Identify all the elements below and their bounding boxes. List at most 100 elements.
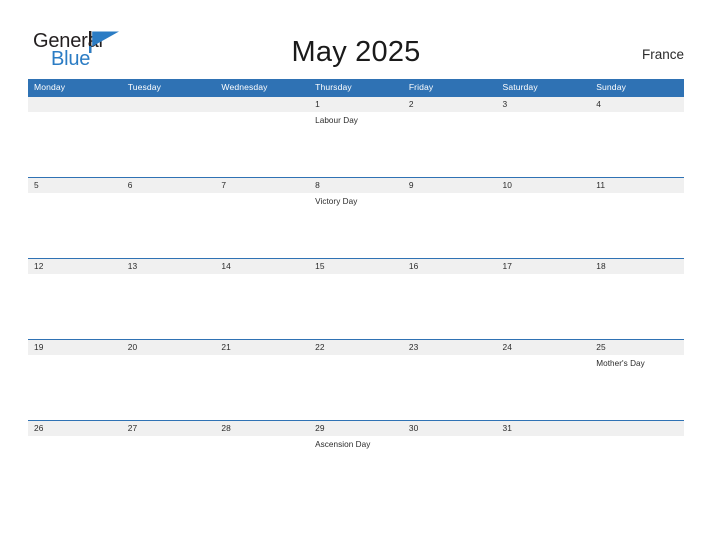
day-cell[interactable]: 12 bbox=[28, 259, 122, 274]
day-number: 11 bbox=[596, 180, 606, 190]
event-cell[interactable] bbox=[309, 274, 403, 338]
event-cell[interactable] bbox=[122, 436, 216, 500]
day-number: 22 bbox=[315, 342, 325, 352]
event-cell[interactable] bbox=[122, 355, 216, 419]
day-cell[interactable]: 15 bbox=[309, 259, 403, 274]
day-cell[interactable]: 14 bbox=[215, 259, 309, 274]
day-number: 26 bbox=[34, 423, 44, 433]
week-date-band: 1 2 3 4 bbox=[28, 97, 684, 112]
day-cell[interactable]: 21 bbox=[215, 340, 309, 355]
day-cell[interactable]: 25 bbox=[590, 340, 684, 355]
event-cell[interactable] bbox=[28, 436, 122, 500]
day-cell[interactable]: 3 bbox=[497, 97, 591, 112]
event-cell[interactable]: Ascension Day bbox=[309, 436, 403, 500]
event-cell[interactable] bbox=[403, 274, 497, 338]
week-event-layer bbox=[28, 274, 684, 338]
event-cell[interactable] bbox=[497, 436, 591, 500]
day-cell[interactable]: 6 bbox=[122, 178, 216, 193]
event-cell[interactable] bbox=[590, 274, 684, 338]
week-date-band: 5 6 7 8 9 10 11 bbox=[28, 178, 684, 193]
day-number: 5 bbox=[34, 180, 39, 190]
event-cell[interactable] bbox=[403, 112, 497, 176]
event-cell[interactable] bbox=[28, 355, 122, 419]
day-cell[interactable]: 9 bbox=[403, 178, 497, 193]
week-row: 26 27 28 29 30 31 Ascension Day bbox=[28, 420, 684, 501]
day-cell[interactable]: 16 bbox=[403, 259, 497, 274]
event-cell[interactable] bbox=[122, 112, 216, 176]
day-cell[interactable]: 30 bbox=[403, 421, 497, 436]
event-cell[interactable] bbox=[403, 436, 497, 500]
event-label: Labour Day bbox=[315, 116, 358, 125]
event-cell[interactable] bbox=[403, 193, 497, 257]
day-number: 28 bbox=[221, 423, 231, 433]
day-number: 21 bbox=[221, 342, 231, 352]
week-row: 5 6 7 8 9 10 11 Victory Day bbox=[28, 177, 684, 258]
day-cell[interactable]: 27 bbox=[122, 421, 216, 436]
week-event-layer: Mother's Day bbox=[28, 355, 684, 419]
day-number: 31 bbox=[502, 423, 513, 433]
weekday-wednesday: Wednesday bbox=[221, 82, 268, 92]
day-number: 2 bbox=[408, 99, 414, 109]
event-cell[interactable] bbox=[122, 193, 216, 257]
day-cell[interactable]: 13 bbox=[122, 259, 216, 274]
day-cell[interactable]: 5 bbox=[28, 178, 122, 193]
country-label: France bbox=[641, 47, 684, 62]
event-cell[interactable] bbox=[215, 274, 309, 338]
day-number: 13 bbox=[127, 261, 138, 271]
day-cell[interactable]: 17 bbox=[497, 259, 591, 274]
day-number: 29 bbox=[315, 423, 325, 433]
day-cell[interactable] bbox=[122, 97, 216, 112]
event-cell[interactable] bbox=[590, 112, 684, 176]
day-number: 3 bbox=[502, 99, 508, 109]
day-cell[interactable] bbox=[590, 421, 684, 436]
day-number: 17 bbox=[502, 261, 513, 271]
event-cell[interactable] bbox=[122, 274, 216, 338]
day-cell[interactable]: 31 bbox=[497, 421, 591, 436]
day-cell[interactable]: 2 bbox=[403, 97, 497, 112]
event-cell[interactable] bbox=[497, 274, 591, 338]
event-cell[interactable] bbox=[590, 436, 684, 500]
week-date-band: 12 13 14 15 16 17 18 bbox=[28, 259, 684, 274]
event-cell[interactable] bbox=[215, 436, 309, 500]
day-cell[interactable]: 18 bbox=[590, 259, 684, 274]
event-cell[interactable] bbox=[215, 112, 309, 176]
day-cell[interactable]: 4 bbox=[590, 97, 684, 112]
day-cell[interactable]: 26 bbox=[28, 421, 122, 436]
day-cell[interactable]: 29 bbox=[309, 421, 403, 436]
event-cell[interactable] bbox=[497, 112, 591, 176]
day-number: 23 bbox=[408, 342, 419, 352]
weekday-header-row: Monday Tuesday Wednesday Thursday Friday… bbox=[28, 79, 684, 96]
weekday-saturday: Saturday bbox=[502, 82, 538, 92]
day-cell[interactable]: 20 bbox=[122, 340, 216, 355]
event-cell[interactable] bbox=[309, 355, 403, 419]
day-cell[interactable] bbox=[28, 97, 122, 112]
day-cell[interactable]: 1 bbox=[309, 97, 403, 112]
event-cell[interactable] bbox=[28, 274, 122, 338]
event-cell[interactable] bbox=[28, 193, 122, 257]
day-number: 20 bbox=[127, 342, 138, 352]
event-cell[interactable] bbox=[28, 112, 122, 176]
event-cell[interactable]: Mother's Day bbox=[590, 355, 684, 419]
day-cell[interactable] bbox=[215, 97, 309, 112]
event-cell[interactable] bbox=[403, 355, 497, 419]
event-cell[interactable] bbox=[590, 193, 684, 257]
event-cell[interactable]: Victory Day bbox=[309, 193, 403, 257]
event-cell[interactable] bbox=[497, 355, 591, 419]
day-cell[interactable]: 8 bbox=[309, 178, 403, 193]
day-cell[interactable]: 22 bbox=[309, 340, 403, 355]
day-number: 12 bbox=[34, 261, 44, 271]
day-cell[interactable]: 23 bbox=[403, 340, 497, 355]
event-cell[interactable] bbox=[215, 355, 309, 419]
day-cell[interactable]: 28 bbox=[215, 421, 309, 436]
event-cell[interactable] bbox=[497, 193, 591, 257]
day-cell[interactable]: 19 bbox=[28, 340, 122, 355]
event-cell[interactable]: Labour Day bbox=[309, 112, 403, 176]
day-cell[interactable]: 10 bbox=[497, 178, 591, 193]
day-cell[interactable]: 11 bbox=[590, 178, 684, 193]
day-number: 15 bbox=[315, 261, 325, 271]
day-cell[interactable]: 24 bbox=[497, 340, 591, 355]
weekday-thursday: Thursday bbox=[315, 82, 352, 92]
page-header: General Blue May 2025 France bbox=[0, 0, 712, 79]
event-cell[interactable] bbox=[215, 193, 309, 257]
day-cell[interactable]: 7 bbox=[215, 178, 309, 193]
